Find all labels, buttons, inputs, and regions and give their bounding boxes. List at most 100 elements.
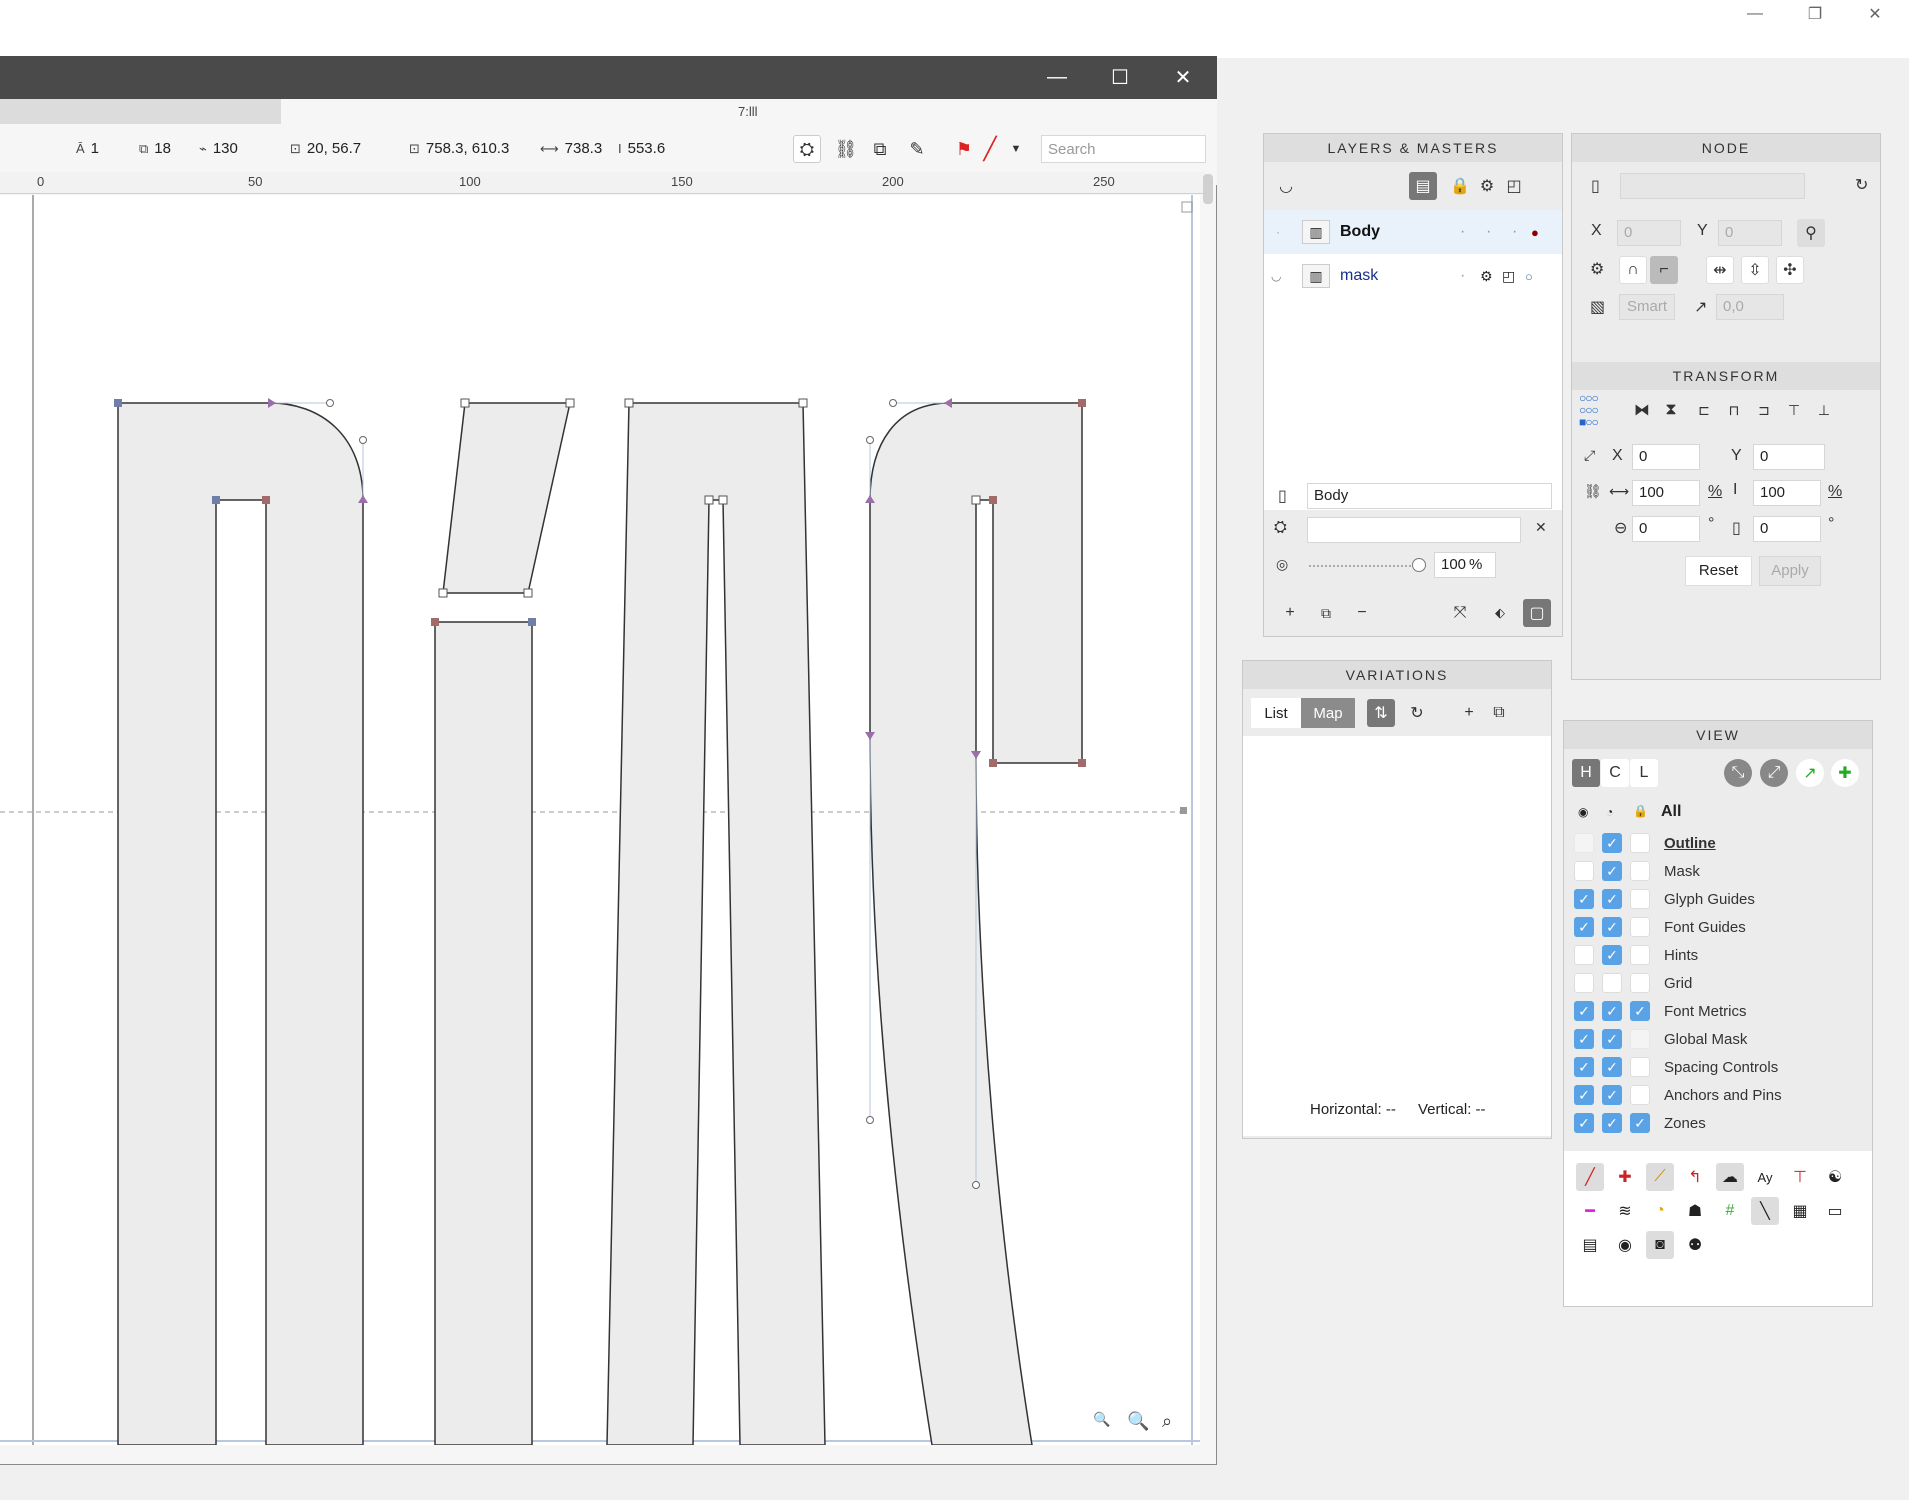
anchor-icon[interactable]: ⊤: [1786, 1163, 1814, 1191]
view-checkbox[interactable]: ✓: [1602, 945, 1622, 965]
opacity-slider-track[interactable]: [1309, 565, 1419, 567]
refresh-icon[interactable]: ↻: [1855, 175, 1868, 195]
contrast-icon[interactable]: ☯: [1821, 1163, 1849, 1191]
glyph-outline-drawing[interactable]: [0, 195, 1200, 1445]
clear-icon[interactable]: ✕: [1535, 519, 1547, 536]
node-name-field[interactable]: [1620, 173, 1805, 199]
alien-icon[interactable]: ☗: [1681, 1197, 1709, 1225]
open-window-icon[interactable]: ⧉: [1485, 699, 1513, 727]
gear-icon[interactable]: ⚙: [1480, 268, 1493, 285]
zoom-out-icon[interactable]: 🔍: [1093, 1411, 1110, 1428]
view-checkbox[interactable]: ✓: [1574, 1001, 1594, 1021]
node-point[interactable]: [528, 618, 536, 626]
node-point[interactable]: [989, 496, 997, 504]
opacity-field[interactable]: 100 %: [1434, 552, 1496, 578]
view-checkbox[interactable]: ✓: [1602, 917, 1622, 937]
view-checkbox[interactable]: [1630, 861, 1650, 881]
filled-glyph-icon[interactable]: ☁: [1716, 1163, 1744, 1191]
copy-layers-icon[interactable]: ⧉: [866, 135, 894, 163]
search-input[interactable]: [1041, 135, 1206, 163]
view-checkbox[interactable]: ✓: [1602, 833, 1622, 853]
mode-c-button[interactable]: C: [1601, 759, 1629, 787]
align-bottom-icon[interactable]: ⊥: [1810, 396, 1838, 424]
layer-flag-icon[interactable]: ·: [1460, 267, 1465, 285]
add-icon[interactable]: +: [1455, 699, 1483, 727]
align-horizontal-icon[interactable]: ⇹: [1706, 256, 1734, 284]
barcode-icon[interactable]: ▦: [1786, 1197, 1814, 1225]
duplicate-layer-icon[interactable]: ⧉: [1312, 599, 1340, 627]
align-left-icon[interactable]: ⊏: [1690, 396, 1718, 424]
mode-l-button[interactable]: L: [1630, 759, 1658, 787]
node-point[interactable]: [1078, 399, 1086, 407]
node-point[interactable]: [212, 496, 220, 504]
node-y-field[interactable]: 0: [1718, 220, 1782, 246]
layer-name-field[interactable]: Body: [1307, 483, 1552, 509]
layer-type-icon[interactable]: ▤: [1409, 172, 1437, 200]
node-point[interactable]: [718, 495, 728, 505]
view-checkbox[interactable]: [1630, 889, 1650, 909]
handle-point[interactable]: [972, 1181, 980, 1189]
node-point[interactable]: [624, 398, 634, 408]
pacman-icon[interactable]: ◔: [1646, 1197, 1674, 1225]
view-row[interactable]: ✓ ✓ Anchors and Pins: [1574, 1082, 1874, 1108]
view-row[interactable]: ✓ ✓ Global Mask: [1574, 1026, 1874, 1052]
smart-button[interactable]: Smart: [1619, 294, 1675, 320]
align-vertical-icon[interactable]: ⇳: [1741, 256, 1769, 284]
pin-icon[interactable]: ⚲: [1797, 219, 1825, 247]
layer-color-dot-icon[interactable]: ●: [1531, 225, 1539, 240]
layer-flag-icon[interactable]: ·: [1486, 223, 1491, 241]
add-layer-icon[interactable]: +: [1276, 599, 1304, 627]
refresh-icon[interactable]: ↻: [1403, 699, 1431, 727]
node-add-icon[interactable]: ✚: [1611, 1163, 1639, 1191]
node-point[interactable]: [431, 618, 439, 626]
tab-list[interactable]: List: [1251, 698, 1301, 728]
kerning-icon[interactable]: Ay: [1751, 1163, 1779, 1191]
view-checkbox[interactable]: [1630, 945, 1650, 965]
view-checkbox[interactable]: [1630, 1029, 1650, 1049]
master-icon[interactable]: ▢: [1523, 599, 1551, 627]
frame-icon[interactable]: ▭: [1821, 1197, 1849, 1225]
view-row[interactable]: ✓ Hints: [1574, 942, 1874, 968]
view-checkbox[interactable]: ✓: [1602, 861, 1622, 881]
node-point[interactable]: [1078, 759, 1086, 767]
view-row[interactable]: ✓ ✓ ✓ Font Metrics: [1574, 998, 1874, 1024]
add-view-icon[interactable]: ✚: [1831, 759, 1859, 787]
view-checkbox[interactable]: ✓: [1574, 917, 1594, 937]
view-checkbox[interactable]: [1602, 973, 1622, 993]
visibility-toggle-icon[interactable]: ◡: [1272, 172, 1300, 200]
view-checkbox[interactable]: [1630, 917, 1650, 937]
view-checkbox[interactable]: ✓: [1602, 1113, 1622, 1133]
view-row[interactable]: ✓ Mask: [1574, 858, 1874, 884]
chain-icon[interactable]: ⛓: [1584, 483, 1602, 500]
target-icon[interactable]: ◙: [1646, 1231, 1674, 1259]
app-restore-button[interactable]: ❐: [1785, 0, 1845, 28]
glyph-window-maximize-button[interactable]: ☐: [1092, 56, 1148, 99]
fit-icon[interactable]: ⤧: [1446, 599, 1474, 627]
view-checkbox[interactable]: [1574, 861, 1594, 881]
align-top-icon[interactable]: ⊤: [1780, 396, 1808, 424]
handle-point[interactable]: [866, 1116, 874, 1124]
table-icon[interactable]: ▤: [1576, 1231, 1604, 1259]
transform-width-field[interactable]: 100: [1632, 480, 1700, 506]
contour-arch[interactable]: [117, 402, 364, 1445]
layer-flag-icon[interactable]: ·: [1460, 223, 1465, 241]
handle-point[interactable]: [889, 399, 897, 407]
node-point[interactable]: [989, 759, 997, 767]
handles-view-icon[interactable]: ⤢: [1760, 759, 1788, 787]
view-row[interactable]: ✓ ✓ Glyph Guides: [1574, 886, 1874, 912]
layer-flag-icon[interactable]: ·: [1512, 223, 1517, 241]
guide-color-icon[interactable]: ━: [1576, 1197, 1604, 1225]
view-checkbox[interactable]: ✓: [1630, 1001, 1650, 1021]
handle-point[interactable]: [326, 399, 334, 407]
layer-property-field[interactable]: [1307, 517, 1521, 543]
transform-y-field[interactable]: 0: [1753, 444, 1825, 470]
transform-x-field[interactable]: 0: [1632, 444, 1700, 470]
app-minimize-button[interactable]: —: [1725, 0, 1785, 28]
node-point[interactable]: [565, 398, 575, 408]
export-icon[interactable]: ◰: [1500, 172, 1528, 200]
transform-slant-field[interactable]: 0: [1753, 516, 1821, 542]
node-point[interactable]: [971, 495, 981, 505]
link-icon[interactable]: ⛓: [832, 135, 860, 163]
node-angle-field[interactable]: 0,0: [1716, 294, 1784, 320]
variations-map-area[interactable]: Horizontal: -- Vertical: --: [1243, 736, 1551, 1136]
